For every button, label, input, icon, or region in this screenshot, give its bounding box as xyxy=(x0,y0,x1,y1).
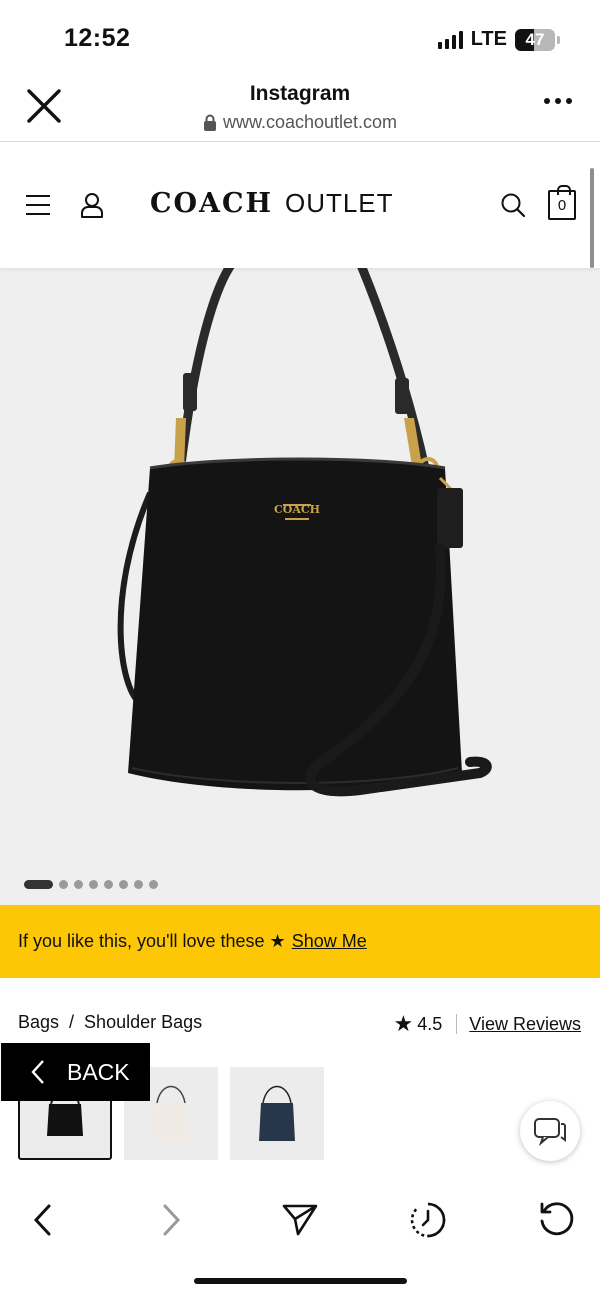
more-dot-icon xyxy=(555,98,561,104)
chalk-bag-thumbnail xyxy=(153,1085,189,1141)
breadcrumb: Bags / Shoulder Bags xyxy=(18,1012,202,1033)
hamburger-icon xyxy=(26,195,50,215)
more-dot-icon xyxy=(566,98,572,104)
chevron-right-icon xyxy=(163,1204,181,1236)
back-button[interactable]: BACK xyxy=(1,1043,150,1101)
back-nav-button[interactable] xyxy=(20,1198,64,1242)
forward-nav-button[interactable] xyxy=(150,1198,194,1242)
status-bar: 12:52 LTE 47 xyxy=(0,0,600,72)
carousel-dot[interactable] xyxy=(119,880,128,889)
browser-header: Instagram www.coachoutlet.com xyxy=(0,72,600,142)
url-text: www.coachoutlet.com xyxy=(222,112,398,132)
menu-button[interactable] xyxy=(26,194,50,221)
breadcrumb-separator: / xyxy=(69,1012,75,1032)
rating-divider xyxy=(456,1014,458,1034)
signal-icon xyxy=(437,30,463,49)
show-me-link[interactable]: Show Me xyxy=(292,931,367,952)
battery-nub xyxy=(557,35,560,44)
carousel-dot[interactable] xyxy=(134,880,143,889)
carousel-dot[interactable] xyxy=(104,880,113,889)
carousel-dot[interactable] xyxy=(24,880,53,889)
share-button[interactable] xyxy=(278,1198,322,1242)
send-icon xyxy=(282,1204,318,1236)
brand-suffix: OUTLET xyxy=(284,188,394,218)
history-icon xyxy=(410,1202,446,1238)
brand-name: COACH xyxy=(150,188,273,219)
status-indicators: LTE 47 xyxy=(437,28,560,51)
carousel-dot[interactable] xyxy=(74,880,83,889)
rating-value: 4.5 xyxy=(417,1013,443,1034)
browser-url[interactable]: www.coachoutlet.com xyxy=(0,112,600,133)
history-button[interactable] xyxy=(406,1198,450,1242)
search-icon xyxy=(501,193,526,218)
status-time: 12:52 xyxy=(64,24,131,52)
view-reviews-link[interactable]: View Reviews xyxy=(469,1014,581,1035)
battery-percent: 47 xyxy=(525,29,545,49)
promo-text: If you like this, you'll love these ★ xyxy=(18,931,286,951)
chevron-left-icon xyxy=(33,1204,51,1236)
shopping-bag-button[interactable]: 0 xyxy=(548,185,576,220)
chat-icon xyxy=(534,1118,566,1146)
bag-count: 0 xyxy=(557,196,567,214)
browser-title: Instagram xyxy=(249,82,351,105)
product-rating: ★ 4.5 View Reviews xyxy=(394,1011,581,1037)
scrollbar[interactable] xyxy=(590,168,594,268)
promo-banner: If you like this, you'll love these ★ Sh… xyxy=(0,905,600,978)
user-icon xyxy=(81,193,103,218)
brand-logo[interactable]: COACH OUTLET xyxy=(150,188,394,219)
reload-icon xyxy=(540,1202,574,1236)
navy-bag-thumbnail xyxy=(259,1085,295,1141)
chevron-left-icon xyxy=(31,1060,44,1084)
back-label: BACK xyxy=(67,1058,130,1085)
star-icon: ★ xyxy=(393,1011,414,1036)
more-options-button[interactable] xyxy=(544,98,572,104)
browser-toolbar xyxy=(0,1180,600,1260)
network-label: LTE xyxy=(470,28,507,50)
search-button[interactable] xyxy=(500,192,526,223)
reload-button[interactable] xyxy=(534,1198,578,1242)
carousel-dot[interactable] xyxy=(149,880,158,889)
more-dot-icon xyxy=(544,98,550,104)
chat-button[interactable] xyxy=(520,1101,580,1161)
carousel-indicator[interactable] xyxy=(24,880,158,889)
account-button[interactable] xyxy=(80,192,104,223)
home-indicator[interactable] xyxy=(194,1278,407,1284)
bucket-bag-image: COACH xyxy=(117,268,492,797)
lock-icon xyxy=(203,114,216,131)
site-header: COACH OUTLET 0 xyxy=(0,142,600,268)
carousel-dot[interactable] xyxy=(59,880,68,889)
swatch-navy[interactable] xyxy=(230,1067,324,1160)
breadcrumb-shoulder-bags[interactable]: Shoulder Bags xyxy=(84,1012,202,1033)
carousel-dot[interactable] xyxy=(89,880,98,889)
breadcrumb-bags[interactable]: Bags xyxy=(18,1012,59,1033)
product-image[interactable]: COACH xyxy=(0,268,600,905)
battery-icon: 47 xyxy=(515,28,555,51)
